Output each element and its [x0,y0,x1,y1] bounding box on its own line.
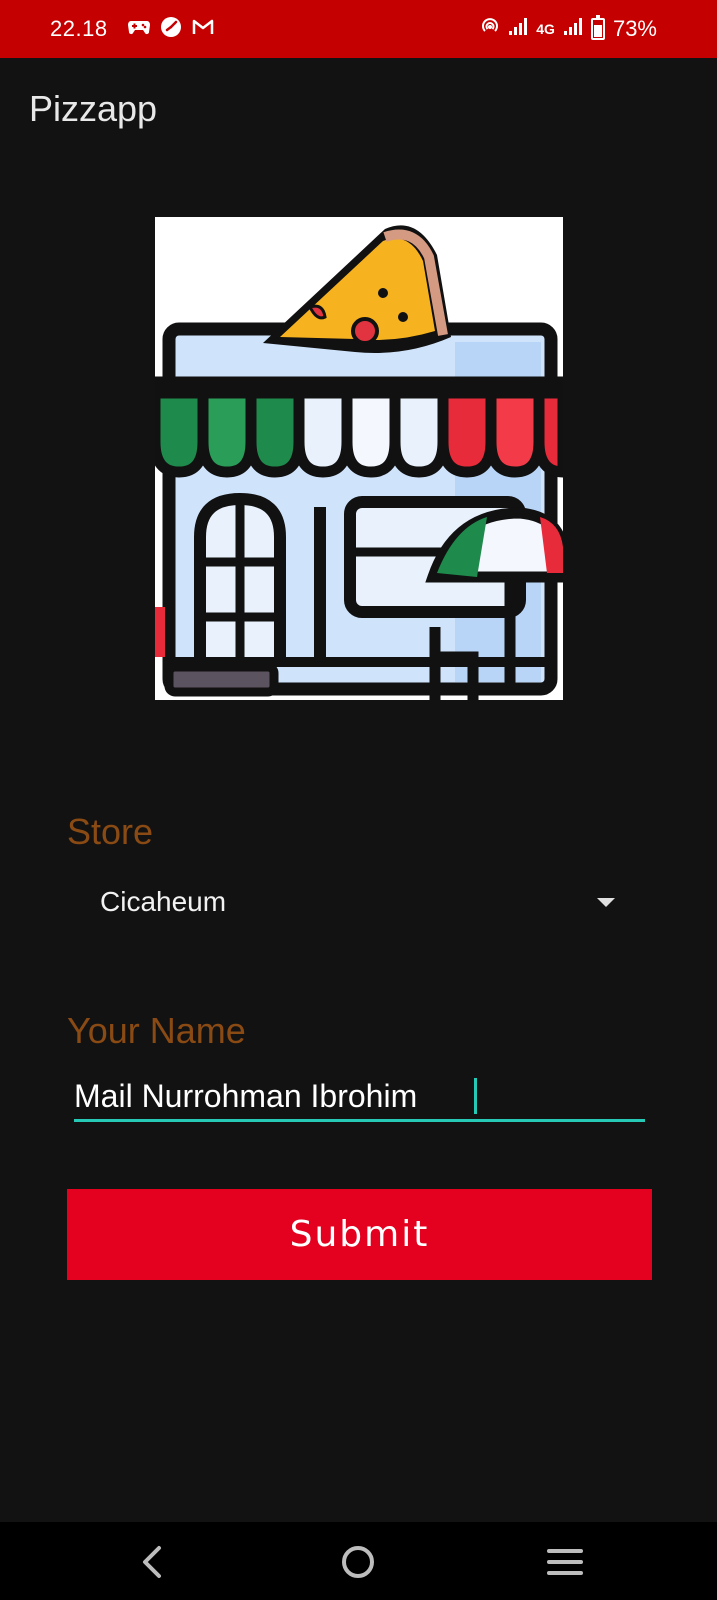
signal-icon [508,16,528,42]
store-label: Store [67,811,154,852]
pizza-store-icon [155,217,563,700]
network-type: 4G [536,21,555,37]
signal-icon [563,16,583,42]
navigation-bar [0,1522,717,1600]
app-title: Pizzapp [29,88,158,129]
hotspot-icon [480,16,500,42]
home-icon[interactable] [336,1540,380,1584]
store-dropdown[interactable]: Cicaheum [80,870,640,940]
status-left-icons [128,16,214,43]
status-right-icons: 4G 73% [480,15,657,42]
status-time: 22.18 [50,16,108,41]
battery-icon [590,15,605,40]
name-label: Your Name [67,1010,246,1051]
clock-icon [160,16,182,43]
recent-apps-icon[interactable] [543,1540,587,1584]
status-bar: 22.18 4G 73% [0,0,717,58]
game-controller-icon [128,19,150,40]
battery-percent: 73% [612,16,657,41]
text-cursor [474,1078,477,1114]
submit-button[interactable]: Submit [67,1189,652,1280]
store-selected-value: Cicaheum [100,886,227,917]
name-field[interactable] [74,1076,645,1122]
name-input[interactable] [74,1076,645,1116]
gmail-icon [192,18,214,41]
chevron-down-icon [597,898,615,907]
back-icon[interactable] [130,1540,174,1584]
